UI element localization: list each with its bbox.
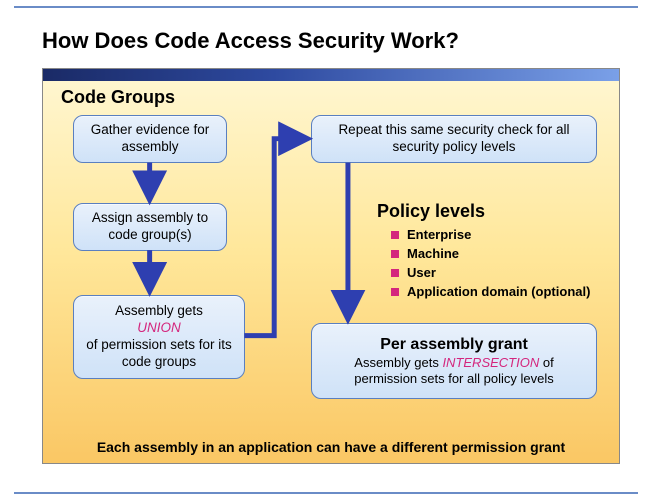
panel-header-bar: [43, 69, 619, 81]
policy-levels-list: Enterprise Machine User Application doma…: [391, 227, 590, 303]
node-heading: Per assembly grant: [380, 335, 528, 355]
node-gather-evidence: Gather evidence for assembly: [73, 115, 227, 163]
node-union-permission-sets: Assembly gets UNION of permission sets f…: [73, 295, 245, 379]
bottom-rule: [14, 492, 638, 494]
footer-caption: Each assembly in an application can have…: [43, 439, 619, 455]
section-title: Code Groups: [61, 87, 175, 108]
node-repeat-security-check: Repeat this same security check for all …: [311, 115, 597, 163]
policy-item: Enterprise: [391, 227, 590, 242]
node-text: Assembly gets INTERSECTION of permission…: [322, 355, 586, 388]
policy-item: User: [391, 265, 590, 280]
top-rule: [14, 6, 638, 8]
policy-levels-heading: Policy levels: [377, 201, 485, 222]
policy-item: Machine: [391, 246, 590, 261]
node-text: Gather evidence for assembly: [84, 122, 216, 156]
node-text: Assign assembly to code group(s): [84, 210, 216, 244]
node-text: Assembly gets UNION of permission sets f…: [84, 303, 234, 371]
node-text: Repeat this same security check for all …: [322, 122, 586, 156]
panel-body: Code Groups Gather evidence for assembly…: [43, 81, 619, 463]
policy-item: Application domain (optional): [391, 284, 590, 299]
node-per-assembly-grant: Per assembly grant Assembly gets INTERSE…: [311, 323, 597, 399]
diagram-panel: Code Groups Gather evidence for assembly…: [42, 68, 620, 464]
node-assign-code-group: Assign assembly to code group(s): [73, 203, 227, 251]
slide-title: How Does Code Access Security Work?: [42, 28, 459, 54]
